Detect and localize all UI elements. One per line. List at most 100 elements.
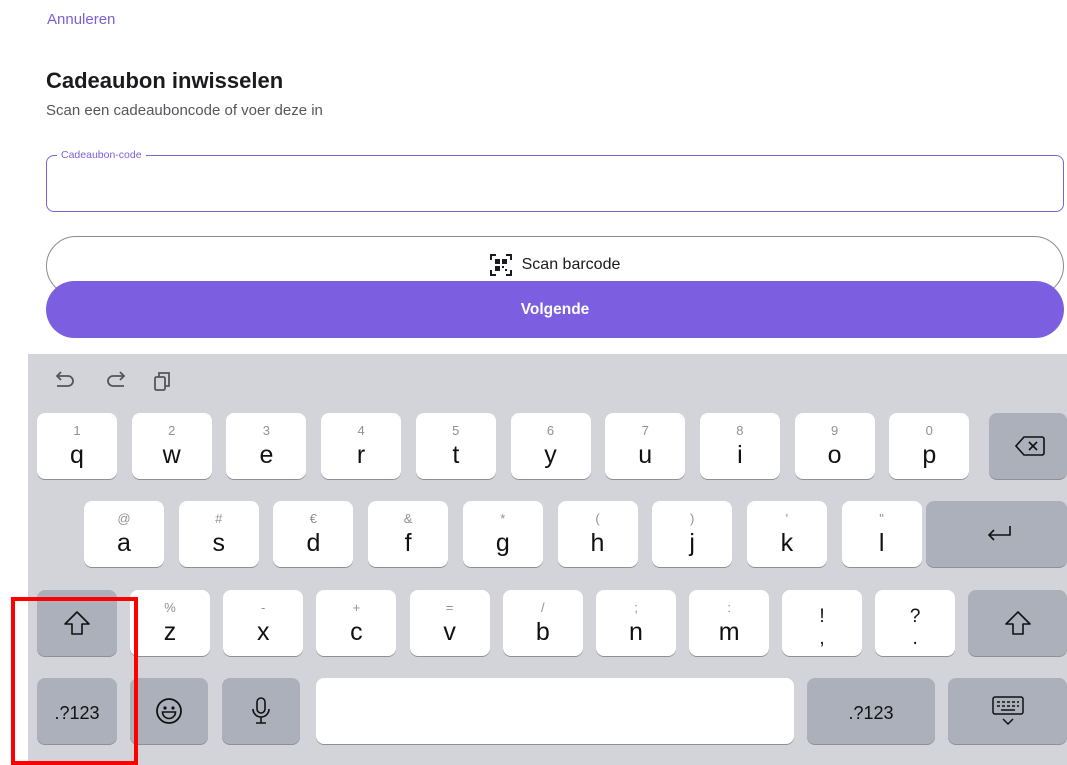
key-secondary-label: 3 [262, 423, 270, 438]
keyboard-hide-icon [992, 696, 1024, 726]
key-secondary-label: 2 [168, 423, 176, 438]
key-secondary-label: @ [117, 511, 131, 526]
key-secondary-label: 9 [830, 423, 839, 438]
key-keyboard-row1-9[interactable]: 0p [889, 413, 970, 479]
key-keyboard-row3-2[interactable]: + c [316, 590, 397, 656]
shift-icon [64, 611, 90, 635]
giftcard-code-input[interactable] [47, 156, 1063, 211]
key-secondary-label: " [879, 511, 884, 526]
barcode-scan-icon [489, 254, 512, 276]
key-secondary-label: - [261, 600, 266, 615]
next-button[interactable]: Volgende [46, 281, 1064, 338]
key-primary-label: t [452, 441, 460, 469]
microphone-icon [252, 697, 270, 724]
key-secondary-label: % [164, 600, 176, 615]
key-keyboard-row3-4[interactable]: / b [502, 590, 583, 656]
backspace-icon [1015, 436, 1045, 456]
key-primary-label: a [117, 529, 131, 557]
hide-keyboard-key[interactable] [948, 678, 1067, 744]
backspace-key[interactable] [989, 413, 1067, 479]
key-keyboard-row2-0[interactable]: @ a [84, 501, 164, 567]
key-keyboard-row3-1[interactable]: -x [223, 590, 304, 656]
key-secondary-label: 0 [925, 423, 933, 438]
key-primary-label: x [256, 618, 270, 646]
key-keyboard-row2-4[interactable]: * g [462, 501, 543, 567]
undo-icon[interactable] [51, 368, 77, 394]
key-keyboard-row2-3[interactable]: & f [368, 501, 449, 567]
key-primary-label: k [780, 529, 794, 557]
key-keyboard-row1-6[interactable]: 7u [605, 413, 686, 479]
key-keyboard-row1-7[interactable]: 8i [699, 413, 780, 479]
redo-icon[interactable] [104, 368, 130, 394]
shift-key-right[interactable] [968, 590, 1067, 656]
numbers-key-left[interactable]: .?123 [37, 678, 117, 744]
shift-icon [1005, 611, 1031, 635]
key-keyboard-row1-3[interactable]: 4r [321, 413, 402, 479]
key-secondary-label: 6 [546, 423, 555, 438]
key-keyboard-row2-8[interactable]: " l [841, 501, 922, 567]
key-keyboard-row2-1[interactable]: # s [178, 501, 259, 567]
emoji-key[interactable] [130, 678, 208, 744]
giftcard-code-label: Cadeaubon-code [57, 148, 146, 162]
key-secondary-label: = [445, 600, 454, 615]
key-primary-label: l [878, 529, 885, 557]
key-punct-1[interactable]: ?. [875, 590, 956, 656]
key-primary-label: g [495, 529, 510, 557]
key-secondary-label: * [500, 511, 506, 526]
page-title: Cadeaubon inwisselen [46, 68, 284, 93]
key-primary-label: j [689, 529, 695, 557]
key-secondary-label: 1 [73, 423, 81, 438]
key-primary-label: n [629, 618, 643, 646]
on-screen-keyboard: 1 q 2 w 3 e 4 r 5 t 6 y 7 u 8 i 9 o 0 p @ a # s € d & f * g(h) j ' k " l% z… [28, 354, 1067, 765]
clipboard-icon[interactable] [149, 368, 175, 394]
key-keyboard-row2-5[interactable]: (h [557, 501, 638, 567]
key-keyboard-row1-8[interactable]: 9o [794, 413, 875, 479]
key-secondary-label: : [727, 600, 731, 615]
key-punct-0[interactable]: !, [782, 590, 862, 656]
key-keyboard-row2-6[interactable]: ) j [652, 501, 733, 567]
key-secondary-label: / [540, 600, 545, 615]
key-keyboard-row1-2[interactable]: 3e [226, 413, 307, 479]
key-keyboard-row1-1[interactable]: 2w [131, 413, 212, 479]
cancel-link[interactable]: Annuleren [47, 11, 115, 28]
numbers-key-right[interactable]: .?123 [807, 678, 935, 744]
microphone-key[interactable] [222, 678, 300, 744]
space-key[interactable] [316, 678, 794, 744]
key-secondary-label: 4 [357, 423, 365, 438]
key-secondary-label: + [352, 600, 361, 615]
key-secondary-label: ; [634, 600, 638, 615]
return-icon [987, 526, 1011, 541]
key-secondary-label: & [403, 511, 413, 526]
giftcard-code-field[interactable]: Cadeaubon-code [46, 148, 1064, 212]
key-keyboard-row1-5[interactable]: 6y [510, 413, 591, 479]
key-primary-label: e [259, 441, 274, 469]
key-secondary-label: ) [690, 511, 695, 526]
key-primary-label: r [356, 441, 366, 469]
key-keyboard-row1-0[interactable]: 1q [37, 413, 117, 479]
key-primary-label: s [212, 529, 225, 557]
key-primary-label: p [922, 441, 937, 469]
key-secondary-label: ' [785, 511, 789, 526]
key-keyboard-row3-3[interactable]: = v [409, 590, 490, 656]
key-punct-bottom-label: . [912, 628, 918, 649]
key-keyboard-row2-2[interactable]: € d [273, 501, 354, 567]
key-primary-label: f [404, 529, 412, 557]
key-primary-label: d [306, 529, 321, 557]
key-keyboard-row1-4[interactable]: 5t [415, 413, 496, 479]
key-primary-label: o [827, 441, 842, 469]
key-primary-label: i [737, 441, 743, 469]
key-primary-label: w [162, 441, 181, 469]
key-keyboard-row3-5[interactable]: ; n [596, 590, 676, 656]
key-keyboard-row3-6[interactable]: :m [689, 590, 770, 656]
numbers-key-label: .?123 [54, 703, 100, 723]
key-secondary-label: 8 [736, 423, 744, 438]
numbers-key-label: .?123 [848, 703, 894, 723]
key-primary-label: m [718, 618, 740, 646]
key-primary-label: y [544, 441, 557, 469]
key-keyboard-row2-7[interactable]: ' k [746, 501, 827, 567]
key-secondary-label: 7 [641, 423, 649, 438]
return-key[interactable] [926, 501, 1067, 567]
key-keyboard-row3-0[interactable]: % z [130, 590, 210, 656]
emoji-icon [156, 698, 182, 724]
shift-key-left[interactable] [37, 590, 117, 656]
